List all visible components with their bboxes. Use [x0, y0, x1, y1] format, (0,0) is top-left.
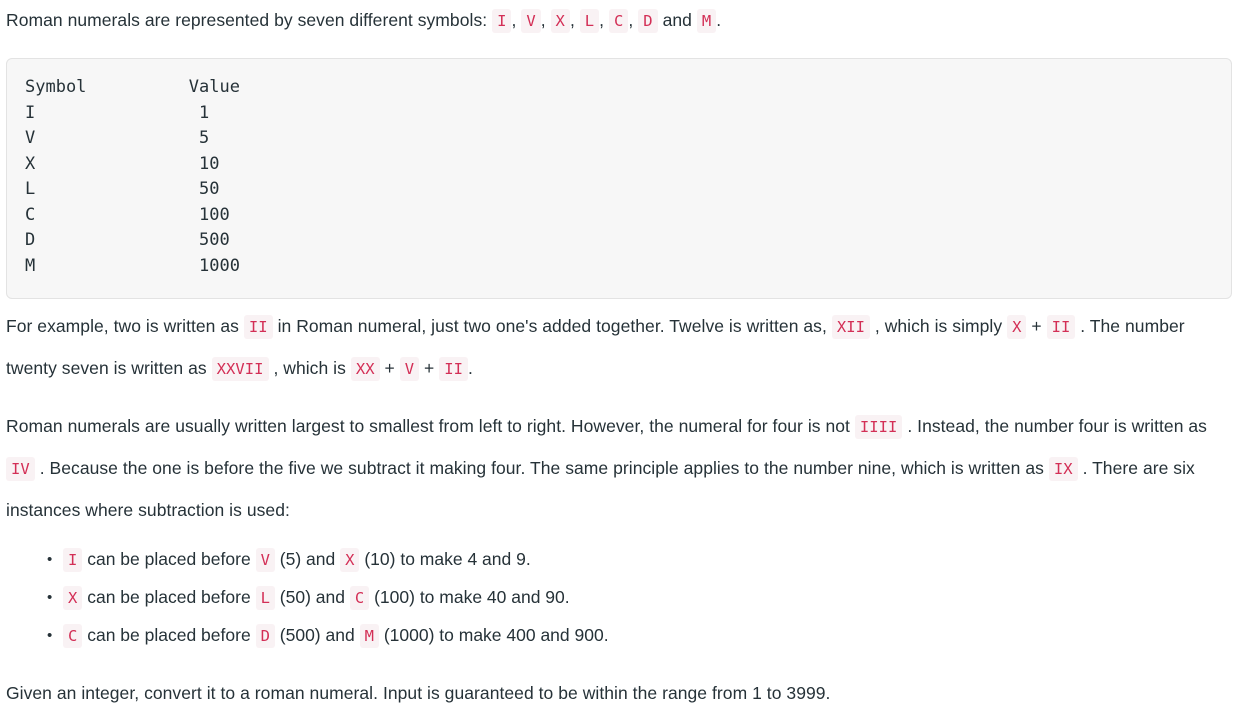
inline-code-v-1: V	[399, 357, 420, 381]
rule-text-mid-1: can be placed before	[87, 549, 251, 569]
intro-comma-4: ,	[599, 10, 605, 30]
example-plus-3: +	[424, 358, 435, 378]
rule-tail: to make 40 and 90.	[419, 587, 570, 607]
inline-code-symbol-d: D	[638, 9, 658, 33]
intro-comma-2: ,	[540, 10, 546, 30]
rule-text-mid-1: can be placed before	[87, 587, 251, 607]
subtraction-paragraph: Roman numerals are usually written large…	[6, 390, 1234, 531]
inline-code-xxvii: XXVII	[211, 357, 269, 381]
inline-code-ii-3: II	[439, 357, 469, 381]
rule-tail: to make 400 and 900.	[439, 625, 609, 645]
example-text-1: For example, two is written as	[6, 316, 239, 336]
inline-code-xx: XX	[350, 357, 380, 381]
rule-text-mid-1: can be placed before	[87, 625, 251, 645]
example-paragraph: For example, two is written as II in Rom…	[6, 299, 1234, 390]
rule-first-value: (50)	[279, 587, 311, 607]
intro-paragraph: Roman numerals are represented by seven …	[6, 0, 1234, 42]
subtraction-text-2: . Instead, the number four is written as	[907, 416, 1207, 436]
rule-first-value: (5)	[279, 549, 302, 569]
inline-code-ix: IX	[1048, 457, 1078, 481]
inline-code-symbol-l: L	[579, 9, 600, 33]
example-text-6: , which is	[273, 358, 346, 378]
rule-text-mid-2: and	[306, 549, 336, 569]
list-item: X can be placed before L (50) and C (100…	[47, 579, 1234, 617]
intro-conjunction: and	[662, 10, 692, 30]
rule-text-mid-2: and	[325, 625, 355, 645]
inline-code-iv: IV	[6, 457, 35, 481]
inline-code-rule-subject: C	[63, 624, 83, 648]
inline-code-rule-subject: X	[63, 586, 83, 610]
inline-code-symbol-m: M	[696, 9, 717, 33]
rule-second-value: (100)	[374, 587, 415, 607]
example-period: .	[468, 358, 473, 378]
intro-comma-3: ,	[569, 10, 575, 30]
closing-paragraph: Given an integer, convert it to a roman …	[6, 683, 831, 703]
rule-first-value: (500)	[279, 625, 321, 645]
inline-code-rule-subject: I	[63, 548, 83, 572]
rule-second-value: (10)	[364, 549, 396, 569]
subtraction-text-3: . Because the one is before the five we …	[39, 458, 1044, 478]
symbol-value-table: Symbol Value I 1 V 5 X 10 L 50 C 100 D 5…	[6, 58, 1232, 299]
rule-tail: to make 4 and 9.	[400, 549, 531, 569]
intro-comma-5: ,	[628, 10, 634, 30]
inline-code-rule-first: D	[255, 624, 275, 648]
inline-code-iiii: IIII	[854, 415, 903, 439]
inline-code-symbol-x: X	[550, 9, 570, 33]
inline-code-symbol-c: C	[609, 9, 629, 33]
inline-code-rule-first: V	[255, 548, 275, 572]
list-item: C can be placed before D (500) and M (10…	[47, 617, 1234, 655]
example-plus-2: +	[384, 358, 395, 378]
problem-description: Roman numerals are represented by seven …	[0, 0, 1240, 714]
subtraction-rules-list: I can be placed before V (5) and X (10) …	[6, 541, 1234, 655]
inline-code-ii-2: II	[1046, 315, 1076, 339]
inline-code-rule-first: L	[255, 586, 275, 610]
inline-code-ii-1: II	[243, 315, 273, 339]
list-item: I can be placed before V (5) and X (10) …	[47, 541, 1234, 579]
inline-code-rule-second: X	[340, 548, 360, 572]
rule-text-mid-2: and	[315, 587, 345, 607]
inline-code-rule-second: M	[359, 624, 379, 648]
example-text-2: in Roman numeral, just two one's added t…	[277, 316, 827, 336]
intro-comma-1: ,	[511, 10, 517, 30]
example-text-3: , which is simply	[874, 316, 1003, 336]
inline-code-symbol-v: V	[521, 9, 541, 33]
inline-code-x-1: X	[1007, 315, 1027, 339]
inline-code-xii: XII	[831, 315, 870, 339]
subtraction-text-1: Roman numerals are usually written large…	[6, 416, 850, 436]
inline-code-rule-second: C	[349, 586, 370, 610]
intro-lead-text: Roman numerals are represented by seven …	[6, 10, 488, 30]
inline-code-symbol-i: I	[492, 9, 512, 33]
example-plus-1: +	[1031, 316, 1042, 336]
rule-second-value: (1000)	[383, 625, 435, 645]
intro-period: .	[716, 10, 722, 30]
